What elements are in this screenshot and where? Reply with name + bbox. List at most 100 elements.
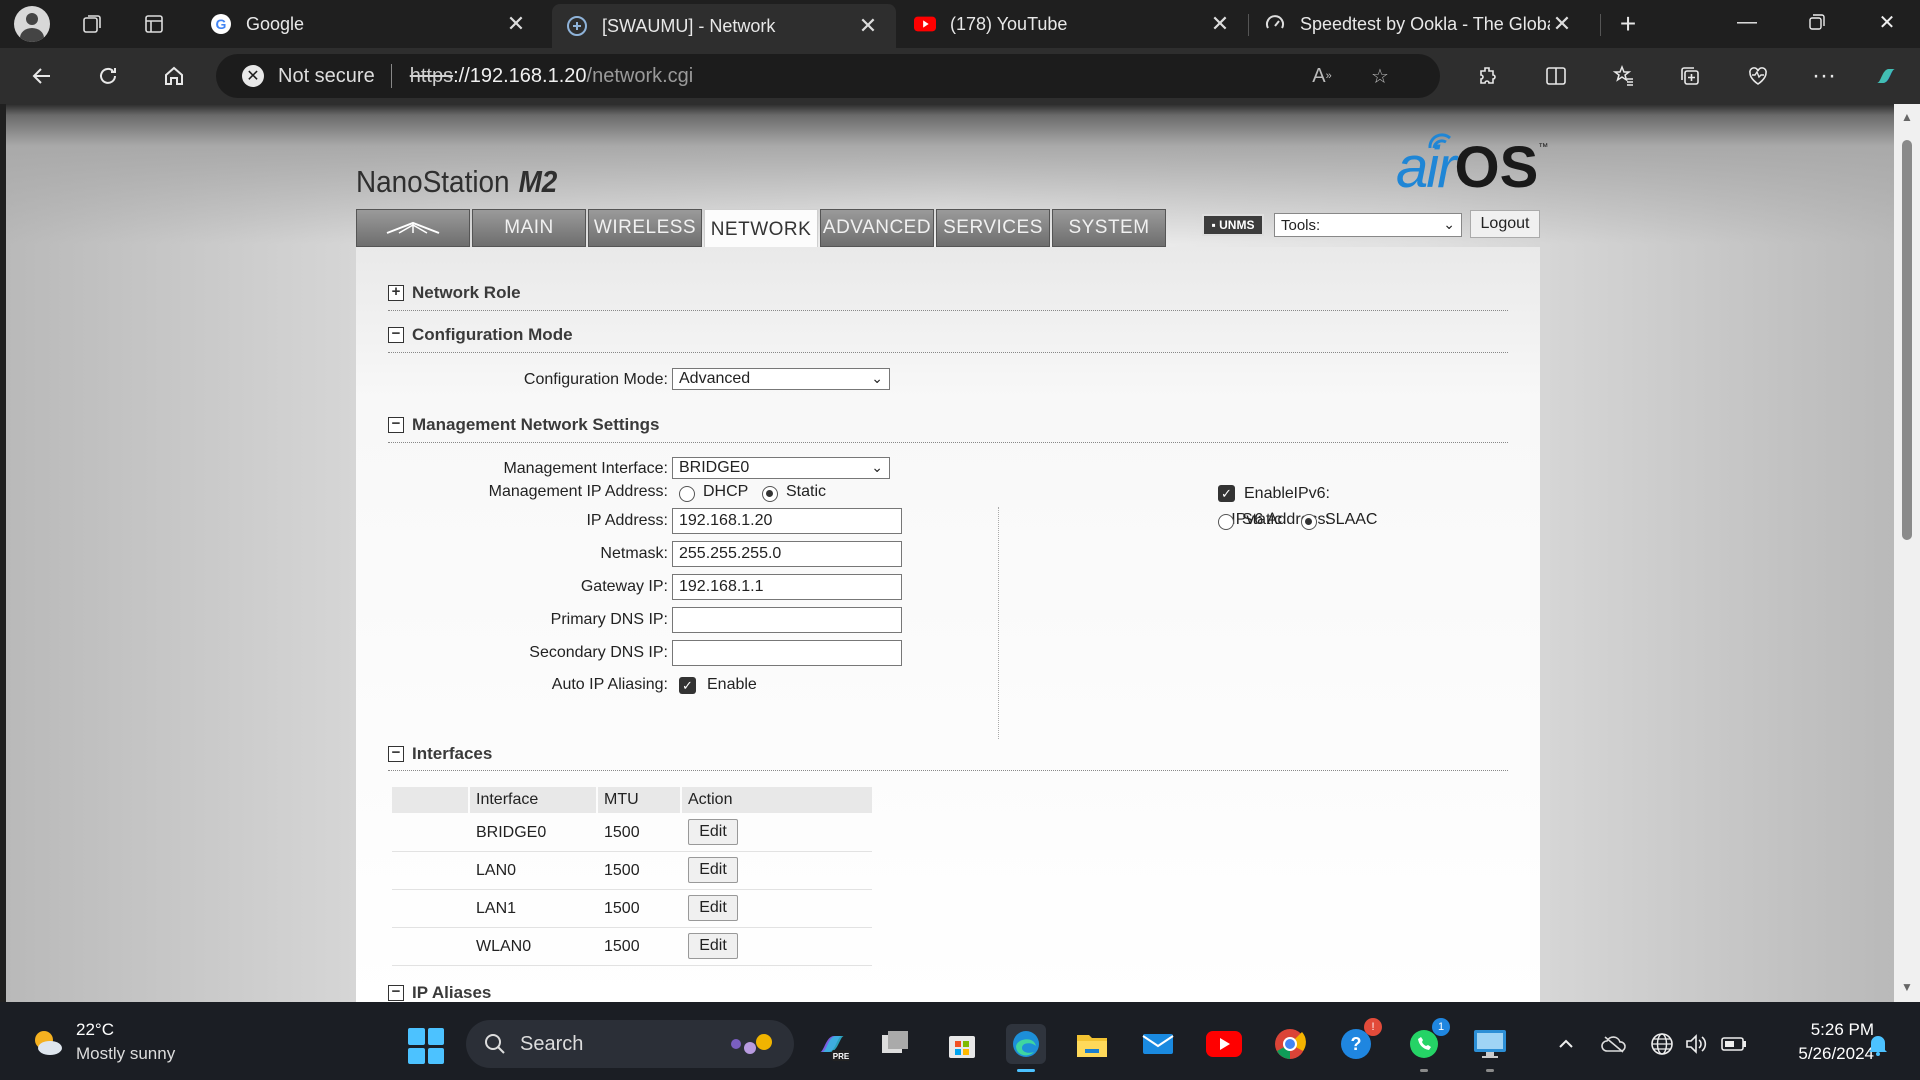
language-icon[interactable] [1648,1030,1676,1058]
svg-text:?: ? [1351,1034,1362,1054]
youtube-app-icon[interactable] [1204,1024,1244,1064]
battery-icon[interactable] [1720,1030,1748,1058]
minimize-icon[interactable]: — [1712,0,1782,44]
ipv6-slaac-radio[interactable] [1301,514,1317,530]
edit-button[interactable]: Edit [688,933,738,959]
mail-icon[interactable] [1138,1024,1178,1064]
nav-network[interactable]: NETWORK [704,209,818,249]
ubiquiti-logo-tab[interactable] [356,209,470,247]
taskbar-search[interactable]: Search [466,1020,794,1068]
weather-condition[interactable]: Mostly sunny [76,1044,175,1064]
collapse-icon[interactable]: − [388,984,404,1001]
extensions-icon[interactable] [1468,58,1508,94]
section-interfaces[interactable]: − Interfaces [388,744,492,764]
tab-speedtest[interactable]: Speedtest by Ookla - The Global ✕ [1250,4,1590,44]
quick-assist-icon[interactable]: ? ! [1336,1018,1382,1064]
scrollbar-thumb[interactable] [1902,140,1912,540]
auto-ip-aliasing-checkbox[interactable]: ✓ [679,677,696,694]
management-interface-select[interactable]: BRIDGE0 ⌄ [672,457,890,479]
table-row-divider [392,965,872,966]
back-icon[interactable] [22,58,62,94]
page-scrollbar[interactable]: ▲ ▼ [1894,104,1920,1002]
clock-date[interactable]: 5/26/2024 [1770,1044,1874,1064]
weather-temperature[interactable]: 22°C [76,1020,114,1040]
collapse-icon[interactable]: − [388,416,404,433]
edit-button[interactable]: Edit [688,857,738,883]
new-tab-icon[interactable]: + [1610,8,1646,40]
section-management-network[interactable]: − Management Network Settings [388,415,660,435]
workspaces-icon[interactable] [74,8,110,40]
section-configuration-mode[interactable]: − Configuration Mode [388,325,573,345]
start-button[interactable] [408,1028,444,1064]
close-window-icon[interactable]: ✕ [1852,0,1920,44]
ipv6-static-radio[interactable] [1218,514,1234,530]
not-secure-icon[interactable]: ✕ [242,65,264,87]
expand-icon[interactable]: + [388,284,404,301]
close-icon[interactable]: ✕ [1550,11,1574,37]
static-radio[interactable] [762,486,778,502]
microsoft-store-icon[interactable] [942,1024,982,1064]
read-aloud-icon[interactable]: A» [1306,62,1338,90]
show-hidden-icons-icon[interactable] [1552,1030,1580,1058]
security-label[interactable]: Not secure [278,65,375,88]
copilot-pre-icon[interactable]: PRE [812,1024,852,1064]
tab-separator [1248,14,1249,36]
address-bar[interactable]: ✕ Not secure https ://192.168.1.20 /netw… [216,54,1440,98]
collapse-icon[interactable]: − [388,326,404,343]
favorites-icon[interactable] [1604,58,1644,94]
volume-icon[interactable] [1682,1030,1710,1058]
tab-google[interactable]: G Google ✕ [196,4,544,44]
dhcp-radio[interactable] [679,486,695,502]
section-network-role[interactable]: + Network Role [388,283,521,303]
refresh-icon[interactable] [88,58,128,94]
copilot-icon[interactable] [1866,58,1906,94]
youtube-icon [914,13,936,35]
task-view-icon[interactable] [876,1024,916,1064]
file-explorer-icon[interactable] [1072,1024,1112,1064]
section-ip-aliases[interactable]: − IP Aliases [388,983,491,1002]
clock-time[interactable]: 5:26 PM [1790,1020,1874,1040]
nav-system[interactable]: SYSTEM [1052,209,1166,247]
chrome-icon[interactable] [1270,1024,1310,1064]
tab-actions-icon[interactable] [136,8,172,40]
collections-icon[interactable] [1670,58,1710,94]
tools-select[interactable]: Tools: ⌄ [1274,213,1462,237]
restore-icon[interactable] [1782,0,1852,44]
unms-button[interactable]: ▪ UNMS [1202,214,1264,236]
edge-icon[interactable] [1006,1024,1046,1072]
collapse-icon[interactable]: − [388,745,404,762]
nav-advanced[interactable]: ADVANCED [820,209,934,247]
tab-network[interactable]: [SWAUMU] - Network ✕ [552,4,896,48]
netmask-input[interactable]: 255.255.255.0 [672,541,902,567]
nav-wireless[interactable]: WIRELESS [588,209,702,247]
favorite-star-icon[interactable]: ☆ [1364,62,1396,90]
primary-dns-input[interactable] [672,607,902,633]
weather-icon[interactable] [30,1028,64,1056]
logout-button[interactable]: Logout [1470,210,1540,238]
profile-icon[interactable] [14,6,50,42]
nav-services[interactable]: SERVICES [936,209,1050,247]
ip-address-input[interactable]: 192.168.1.20 [672,508,902,534]
speedtest-icon [1264,13,1286,35]
config-mode-select[interactable]: Advanced ⌄ [672,368,890,390]
notifications-bell-icon[interactable] [1864,1030,1892,1058]
home-icon[interactable] [154,58,194,94]
edit-button[interactable]: Edit [688,895,738,921]
tab-youtube[interactable]: (178) YouTube ✕ [900,4,1248,44]
scroll-down-icon[interactable]: ▼ [1900,980,1914,994]
onedrive-icon[interactable] [1600,1030,1628,1058]
close-icon[interactable]: ✕ [856,13,880,39]
gateway-input[interactable]: 192.168.1.1 [672,574,902,600]
scroll-up-icon[interactable]: ▲ [1900,110,1914,124]
close-icon[interactable]: ✕ [1208,11,1232,37]
close-icon[interactable]: ✕ [504,11,528,37]
more-options-icon[interactable]: ··· [1804,58,1844,94]
secondary-dns-input[interactable] [672,640,902,666]
split-screen-icon[interactable] [1536,58,1576,94]
ipv6-enable-checkbox[interactable]: ✓ [1218,485,1235,502]
browser-essentials-icon[interactable] [1738,58,1778,94]
nav-main[interactable]: MAIN [472,209,586,247]
edit-button[interactable]: Edit [688,819,738,845]
remote-desktop-icon[interactable] [1470,1024,1510,1072]
whatsapp-icon[interactable]: 1 [1404,1018,1450,1072]
